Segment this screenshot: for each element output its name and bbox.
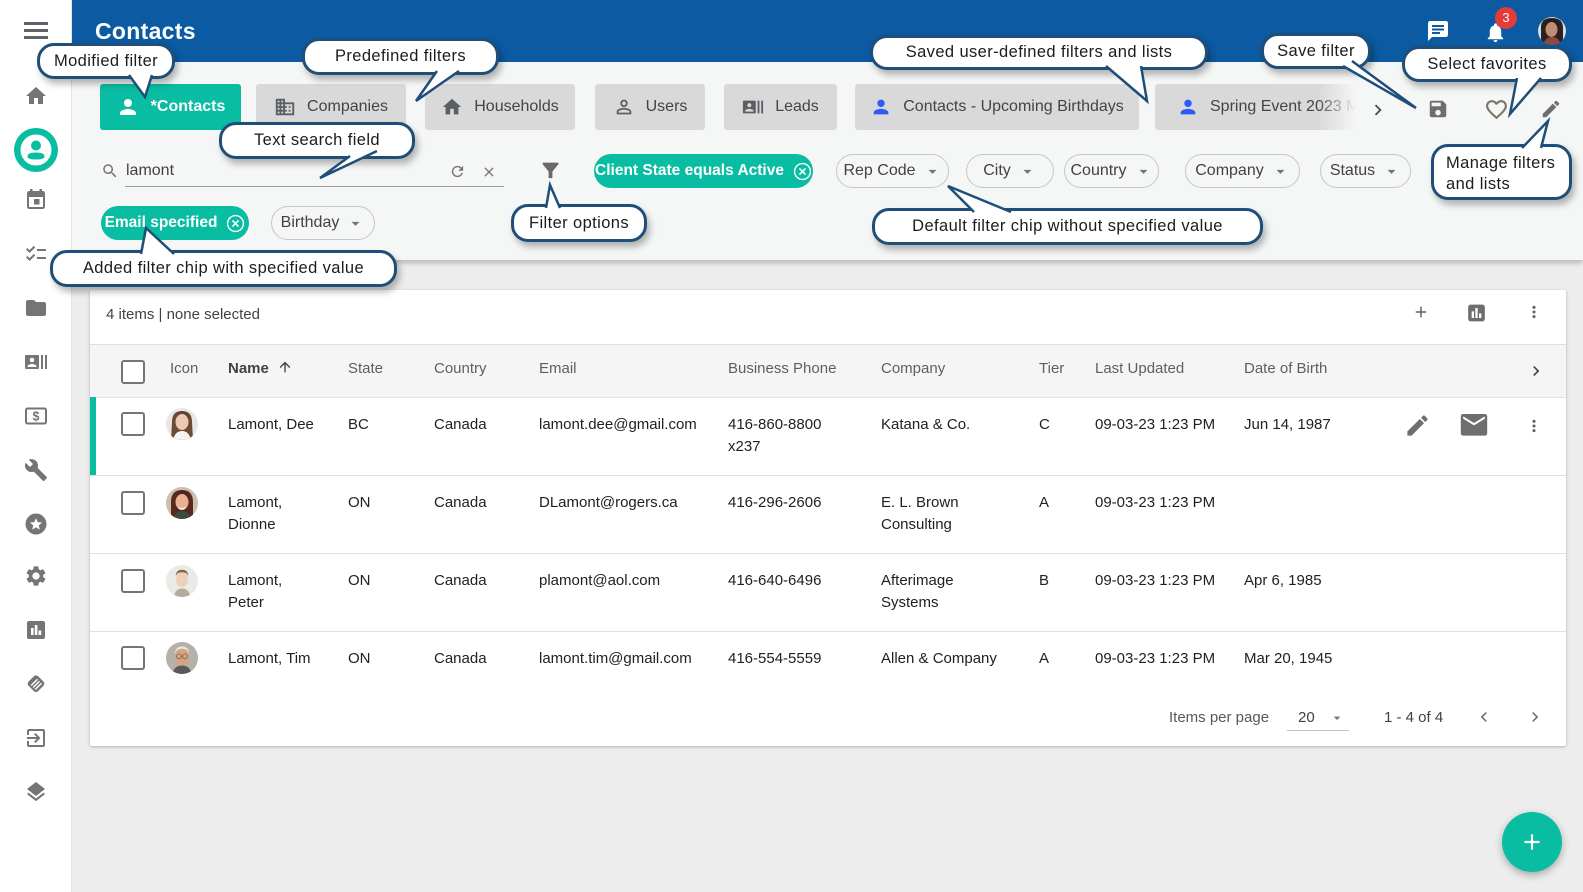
- svg-text:$: $: [33, 410, 40, 424]
